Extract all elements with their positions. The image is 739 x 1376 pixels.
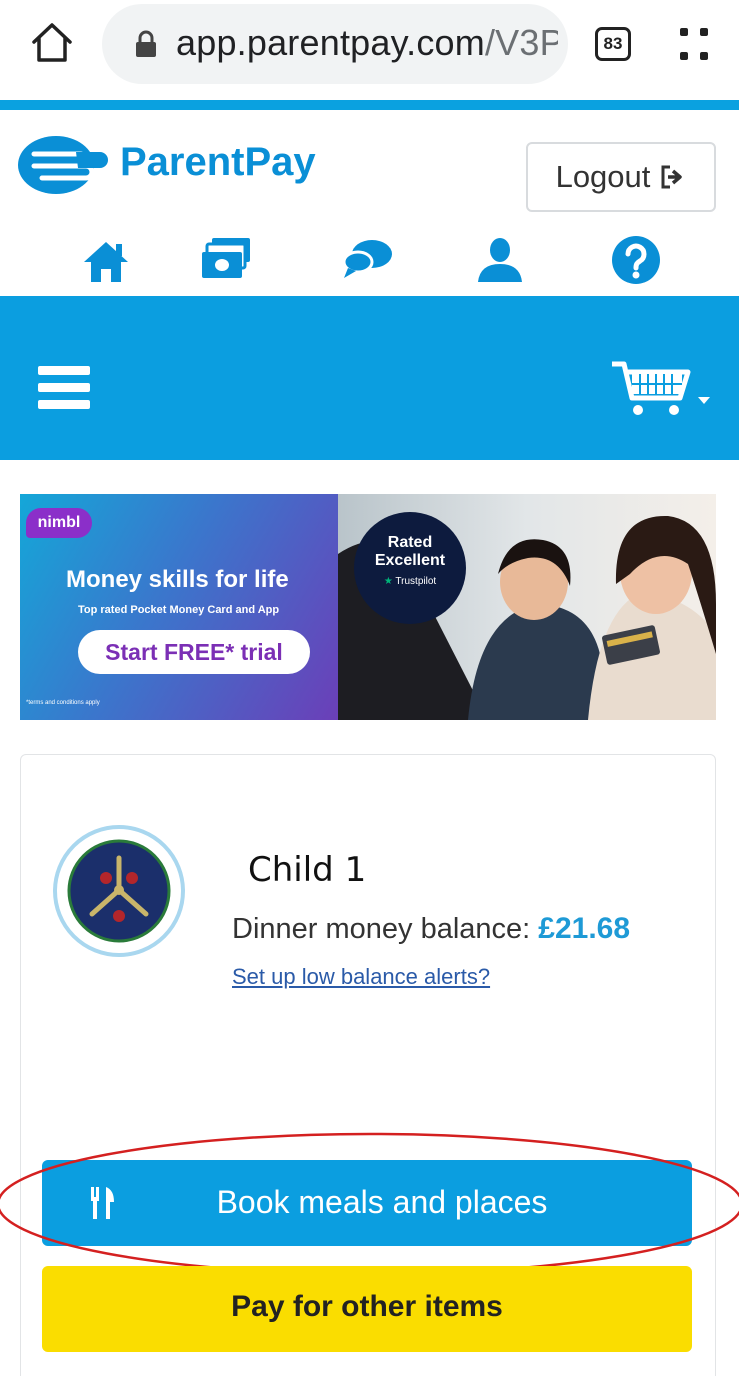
menu-icon[interactable] [676,22,712,66]
home-icon[interactable] [28,18,76,66]
balance-amount: £21.68 [538,912,631,945]
home-icon[interactable] [78,232,134,288]
child-name: Child 1 [248,850,367,890]
banner-subtitle: Top rated Pocket Money Card and App [78,604,280,616]
shopping-cart-icon[interactable] [610,358,692,420]
school-badge-icon [53,825,185,957]
book-meals-label: Book meals and places [216,1184,548,1220]
pay-other-items-button[interactable]: Pay for other items [42,1266,692,1352]
page-top-border [0,100,739,110]
nimbl-logo: nimbl [26,508,92,538]
logout-label: Logout [555,159,651,194]
quick-nav [0,232,739,290]
profile-icon[interactable] [472,232,528,288]
url-path: /V3Pa [484,22,558,63]
logout-icon [661,165,683,189]
help-icon[interactable] [608,232,664,288]
balance-label: Dinner money balance: [232,913,531,945]
rating-line-1: Rated [387,534,433,551]
promo-banner[interactable]: nimbl Money skills for life Top rated Po… [20,494,716,720]
rating-line-2: Excellent [374,552,446,569]
messages-icon[interactable] [340,232,396,288]
url-host: app.parentpay.com [176,22,485,63]
hamburger-menu-icon[interactable] [38,366,90,410]
browser-chrome: app.parentpay.com/V3Pa 83 [0,0,739,100]
rating-source-label: Trustpilot [395,576,437,587]
low-balance-alerts-link[interactable]: Set up low balance alerts? [232,964,490,990]
rating-source: ★ Trustpilot [354,576,466,587]
book-meals-button[interactable]: Book meals and places [42,1160,692,1246]
url-text: app.parentpay.com/V3Pa [176,22,558,64]
caret-down-icon[interactable] [697,396,711,406]
payments-icon[interactable] [198,232,254,288]
star-icon: ★ [383,576,393,587]
trustpilot-rating-badge: Rated Excellent ★ Trustpilot [354,512,466,624]
banner-fine-print: *terms and conditions apply [26,700,100,706]
start-trial-button[interactable]: Start FREE* trial [78,630,310,674]
parentpay-logo-icon[interactable] [16,134,112,196]
banner-title: Money skills for life [66,566,289,593]
logout-button[interactable]: Logout [526,142,716,212]
pay-other-items-label: Pay for other items [231,1290,503,1323]
balance-row: Dinner money balance: £21.68 [232,912,630,946]
address-bar[interactable]: app.parentpay.com/V3Pa [102,4,568,84]
lock-icon [136,30,156,57]
tabs-icon[interactable]: 83 [595,27,631,61]
brand-name[interactable]: ParentPay [120,140,316,185]
